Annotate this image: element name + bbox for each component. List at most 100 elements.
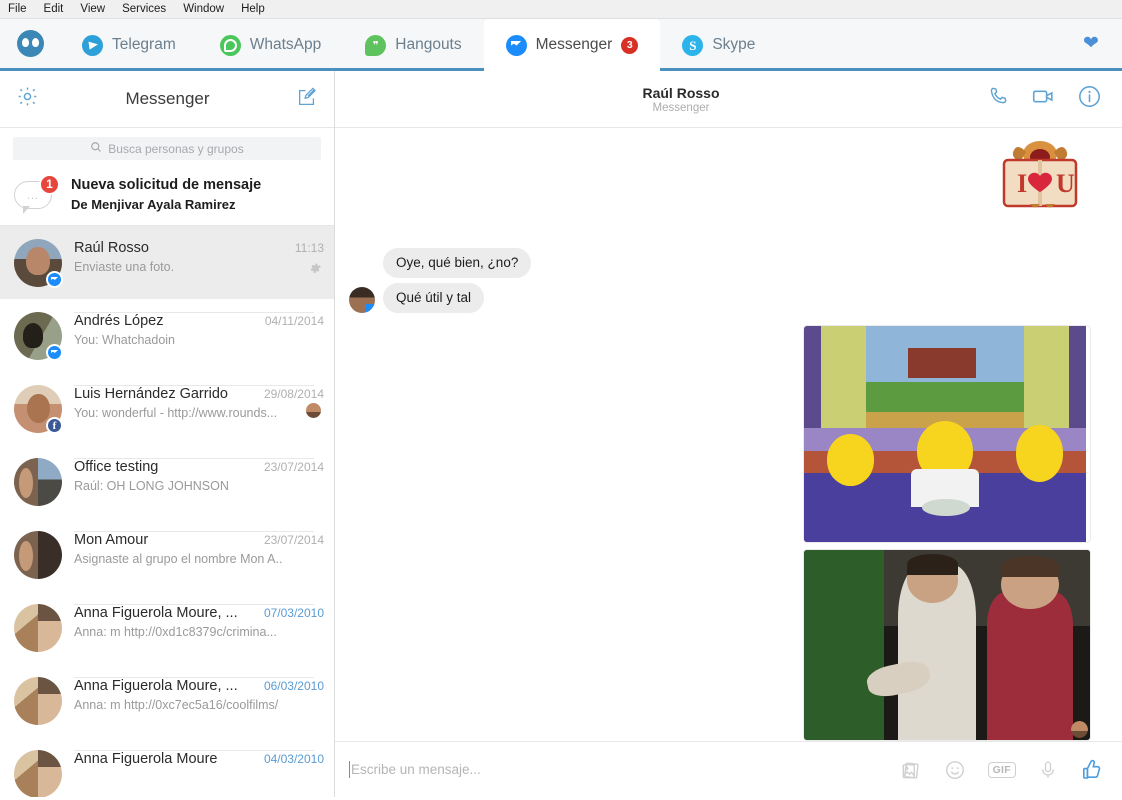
menu-item-window[interactable]: Window [183,0,224,19]
conversation-preview: Anna: m http://0xd1c8379c/crimina... [74,625,277,640]
microphone-icon[interactable] [1038,759,1058,781]
conversation-name: Mon Amour [74,532,149,549]
gear-icon[interactable] [16,85,39,113]
call-icon[interactable] [987,85,1010,113]
conversation-preview: Enviaste una foto. [74,260,175,275]
video-call-icon[interactable] [1031,84,1056,114]
message-composer: Escribe un mensaje... GIF [335,741,1122,797]
simpsons-photo[interactable] [804,326,1090,542]
tab-label: Hangouts [395,36,462,53]
thumbs-up-icon[interactable] [1080,758,1104,782]
menu-item-edit[interactable]: Edit [44,0,64,19]
messenger-badge-icon [46,271,63,289]
conversations-sidebar: Messenger Busca personas y grupos … 1 Nu… [0,71,335,797]
message-row-incoming: Qué útil y tal [335,283,1122,313]
conversation-name: Anna Figuerola Moure, ... [74,678,238,695]
conversation-settings-gear-icon[interactable] [308,261,322,280]
conversation-item-luis-hernandez-garrido[interactable]: f Luis Hernández Garrido 29/08/2014 You:… [0,372,334,445]
franz-logo-icon[interactable] [0,19,60,68]
text-caret [349,761,350,778]
seen-receipt-avatar [305,402,322,420]
conversation-item-anna-figuerola-moure-2[interactable]: Anna Figuerola Moure, ... 06/03/2010 Ann… [0,664,334,737]
heart-icon[interactable]: ❤ [1060,19,1122,68]
conversation-time: 06/03/2010 [263,679,324,694]
svg-text:I: I [1017,169,1027,198]
photo-icon[interactable] [900,759,922,781]
message-input[interactable]: Escribe un mensaje... [349,761,900,778]
chat-header: Raúl Rosso Messenger [335,71,1122,128]
tab-label: WhatsApp [249,36,322,53]
avatar [14,458,62,507]
page-title: Messenger [125,89,210,108]
compose-icon[interactable] [296,86,318,113]
tab-messenger[interactable]: Messenger 3 [483,19,661,74]
avatar [14,239,63,289]
tab-label: Messenger [535,36,613,53]
conversation-item-mon-amour[interactable]: Mon Amour 23/07/2014 Asignaste al grupo … [0,518,334,591]
tab-label: Telegram [112,36,176,53]
composer-actions: GIF [900,758,1104,782]
facebook-badge-icon: f [46,417,63,435]
conversation-item-raul-rosso[interactable]: Raúl Rosso 11:13 Enviaste una foto. [0,226,334,300]
conversation-time: 29/08/2014 [263,387,324,402]
menu-item-services[interactable]: Services [122,0,166,19]
info-icon[interactable] [1077,84,1102,114]
skype-icon [682,34,704,56]
conversation-item-andres-lopez[interactable]: Andrés López 04/11/2014 You: Whatchadoin [0,299,334,372]
tab-label: Skype [712,36,756,53]
outgoing-photo-group [804,326,1090,740]
search-input[interactable]: Busca personas y grupos [13,137,321,160]
tab-unread-badge: 3 [621,36,639,54]
conversation-name: Anna Figuerola Moure, ... [74,605,238,622]
menu-item-file[interactable]: File [8,0,27,19]
tab-skype[interactable]: Skype [660,19,777,71]
message-request-row[interactable]: … 1 Nueva solicitud de mensaje De Menjiv… [0,170,334,227]
party-photo[interactable] [804,550,1090,740]
conversation-preview: Asignaste al grupo el nombre Mon A.. [74,552,283,567]
conversation-name: Andrés López [74,313,164,330]
message-request-text: Nueva solicitud de mensaje De Menjivar A… [71,176,261,213]
avatar [14,750,62,797]
gif-icon[interactable]: GIF [987,761,1016,778]
chat-contact-subtitle: Messenger [652,101,710,114]
messenger-badge-icon [366,304,375,313]
conversation-time: 07/03/2010 [263,606,324,621]
message-row-incoming: Oye, qué bien, ¿no? [335,248,1122,278]
message-request-icon: … 1 [14,173,60,214]
message-request-badge: 1 [39,173,60,195]
avatar [14,312,63,362]
message-sender-avatar [349,287,375,313]
whatsapp-icon [219,34,241,56]
tab-bar-spacer [777,19,1060,68]
conversation-time: 23/07/2014 [263,460,324,475]
telegram-icon [82,34,103,56]
conversation-name: Luis Hernández Garrido [74,386,228,403]
avatar: f [14,385,63,435]
avatar [14,677,62,726]
search-container: Busca personas y grupos [0,128,334,170]
menu-item-view[interactable]: View [80,0,105,19]
message-bubble: Qué útil y tal [383,283,485,313]
tab-hangouts[interactable]: Hangouts [343,19,483,71]
tab-whatsapp[interactable]: WhatsApp [198,19,344,71]
conversation-time: 04/11/2014 [264,314,324,329]
chat-pane: Raúl Rosso Messenger I U Oye, qué bien, … [335,71,1122,797]
menu-item-help[interactable]: Help [241,0,265,19]
conversation-name: Anna Figuerola Moure [74,751,218,768]
conversation-item-anna-figuerola-moure-3[interactable]: Anna Figuerola Moure 04/03/2010 [0,737,334,797]
message-request-subtitle: De Menjivar Ayala Ramirez [71,196,236,212]
conversation-preview: Anna: m http://0xc7ec5a16/coolfilms/ [74,698,279,713]
service-tab-bar: Telegram WhatsApp Hangouts Messenger 3 S… [0,19,1122,74]
chat-title-block: Raúl Rosso Messenger [335,85,987,114]
sidebar-header: Messenger [0,71,334,128]
conversation-item-anna-figuerola-moure-1[interactable]: Anna Figuerola Moure, ... 07/03/2010 Ann… [0,591,334,664]
tab-telegram[interactable]: Telegram [60,19,198,71]
search-placeholder: Busca personas y grupos [108,141,244,156]
conversation-item-office-testing[interactable]: Office testing 23/07/2014 Raúl: OH LONG … [0,445,334,518]
message-input-placeholder: Escribe un mensaje... [351,762,481,777]
emoji-icon[interactable] [944,759,966,781]
message-list[interactable]: I U Oye, qué bien, ¿no? Qué útil y tal [335,128,1122,741]
messenger-icon [505,34,527,56]
svg-text:U: U [1056,169,1075,198]
i-love-you-sticker: I U [990,140,1090,215]
